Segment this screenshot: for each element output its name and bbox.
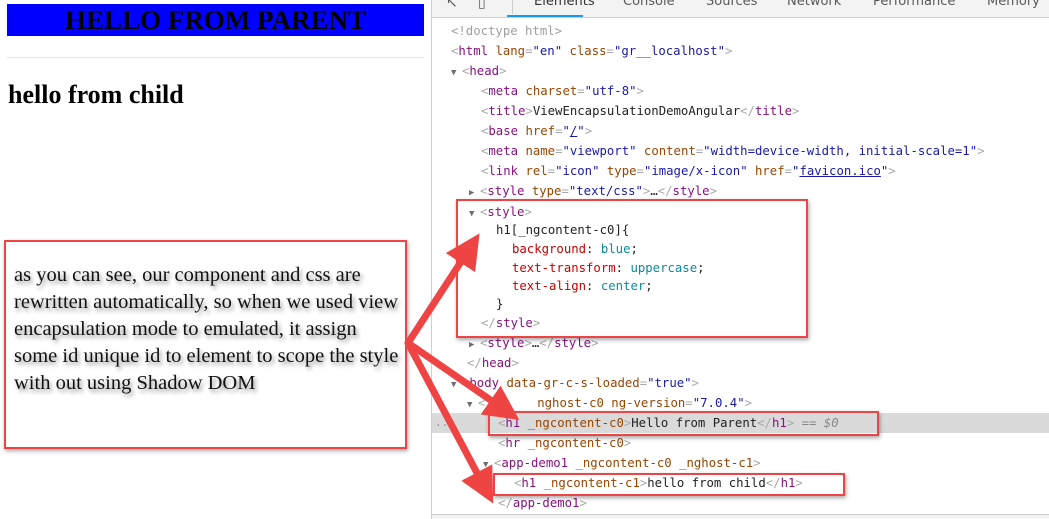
dom-style-textcss[interactable]: ▶ <style type="text/css">…</style> [469,181,717,201]
collapsed-triangle-icon[interactable]: ▶ [469,335,480,355]
page-divider [7,57,424,58]
device-toggle-icon[interactable]: ▯ [478,0,486,13]
child-heading: hello from child [8,80,184,109]
expanded-triangle-icon[interactable]: ▼ [467,395,478,415]
annotation-note-text: as you can see, our component and css ar… [14,264,399,394]
dom-meta-charset[interactable]: <meta charset="utf-8"> [481,81,644,101]
dom-body[interactable]: ▼ <body data-gr-c-s-loaded="true"> [451,373,699,393]
dom-meta-viewport[interactable]: <meta name="viewport" content="width=dev… [481,141,985,161]
expanded-triangle-icon[interactable]: ▼ [451,375,462,395]
dom-head-close[interactable]: </head> [467,353,519,373]
dom-html[interactable]: <html lang="en" class="gr__localhost"> [451,41,732,61]
tab-sources[interactable]: Sources [706,0,757,9]
annotation-note-box: as you can see, our component and css ar… [4,240,407,449]
tab-memory[interactable]: Memory [987,0,1040,9]
dom-doctype[interactable]: <!doctype html> [451,21,562,41]
dom-hr[interactable]: <hr _ngcontent-c0> [498,433,631,453]
tab-elements[interactable]: Elements [534,0,595,9]
row-actions-ellipsis[interactable]: ... [435,413,455,433]
devtools-bottom-bar [432,514,1049,519]
dom-link-icon[interactable]: <link rel="icon" type="image/x-icon" hre… [481,161,896,181]
parent-heading: Hello from Parent [7,4,424,36]
tab-performance[interactable]: Performance [873,0,955,9]
dom-app-root[interactable]: ▼ <ji nghost-c0 ng-version="7.0.4"> [467,393,752,413]
devtools-toolbar: ↖ ▯ Elements Console Sources Network Per… [432,0,1049,18]
dom-base[interactable]: <base href="/"> [481,121,592,141]
rendered-page: Hello from Parent hello from child as yo… [0,0,431,519]
tab-console[interactable]: Console [623,0,675,9]
tab-network[interactable]: Network [787,0,841,9]
toolbar-separator [512,0,513,14]
dom-head[interactable]: ▼ <head> [451,61,506,81]
highlight-h1-child [493,473,845,496]
active-tab-indicator [507,15,583,17]
expanded-triangle-icon[interactable]: ▼ [451,63,462,83]
highlight-h1-parent [488,411,879,436]
cursor-arrow-icon[interactable]: ↖ [446,0,458,13]
highlight-style-block [456,199,808,338]
dom-app-demo1-close[interactable]: </app-demo1> [498,493,587,513]
dom-app-demo1[interactable]: ▼ <app-demo1 _ngcontent-c0 _nghost-c1> [483,453,761,473]
expanded-triangle-icon[interactable]: ▼ [483,455,494,475]
dom-title[interactable]: <title>ViewEncapsulationDemoAngular</tit… [481,101,799,121]
